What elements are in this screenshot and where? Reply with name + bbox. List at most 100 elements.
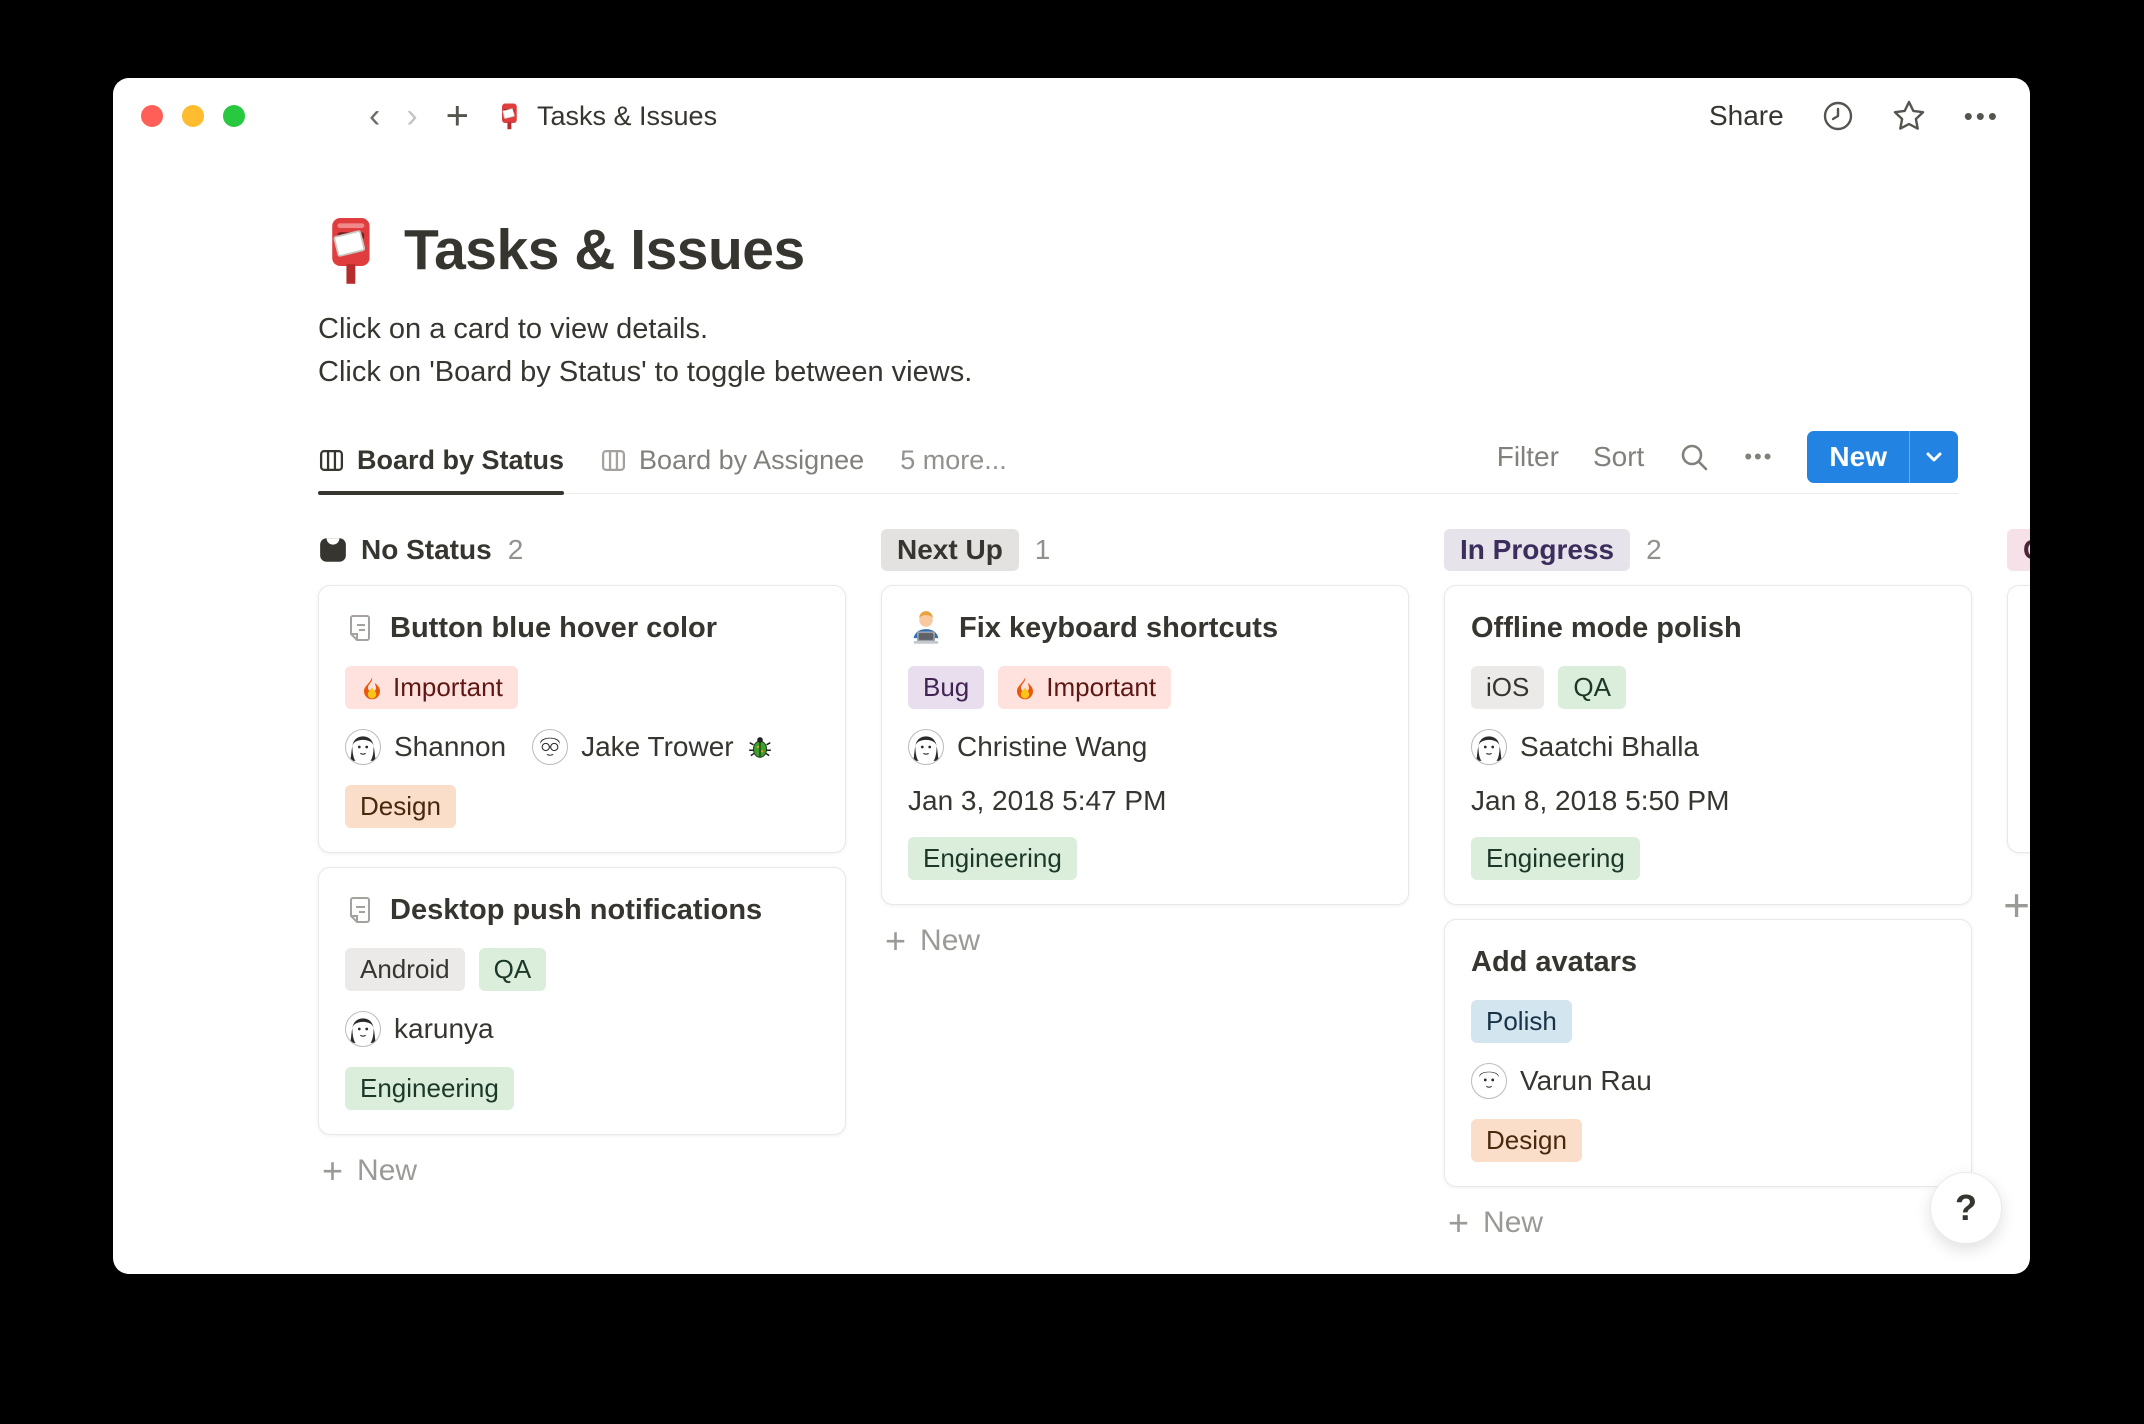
beetle-icon: [747, 734, 773, 760]
card-title: Button blue hover color: [390, 611, 718, 644]
tag-design: Design: [1471, 1119, 1582, 1162]
tag-design: Design: [345, 785, 456, 828]
tag-label: Design: [360, 791, 441, 821]
new-card-button[interactable]: + New: [881, 923, 1409, 959]
assignee: Christine Wang: [908, 729, 1147, 765]
board-icon: [318, 447, 345, 474]
assignee: Jake Trower: [532, 729, 773, 765]
tab-more-views[interactable]: 5 more...: [900, 432, 1007, 493]
avatar: [345, 1011, 381, 1047]
add-group-button[interactable]: +: [2003, 878, 2030, 932]
clock-icon[interactable]: [1822, 100, 1854, 132]
new-page-icon[interactable]: +: [446, 96, 469, 136]
minimize-window-button[interactable]: [182, 105, 204, 127]
close-window-button[interactable]: [141, 105, 163, 127]
tag-label: iOS: [1486, 672, 1530, 702]
card-offline-mode-polish[interactable]: Offline mode polish iOS QA Saatchi Bhall…: [1444, 585, 1972, 905]
sort-button[interactable]: Sort: [1593, 441, 1644, 473]
card-fix-keyboard-shortcuts[interactable]: Fix keyboard shortcuts Bug Important Chr…: [881, 585, 1409, 905]
assignee-name: Jake Trower: [581, 731, 734, 762]
card-button-blue-hover-color[interactable]: Button blue hover color Important Shanno…: [318, 585, 846, 853]
document-icon: [345, 613, 375, 643]
tag-label: Android: [360, 954, 450, 984]
search-icon[interactable]: [1678, 441, 1710, 473]
new-card-label: New: [1483, 1206, 1544, 1239]
column-no-status: No Status 2 Button blue hover color Impo…: [318, 528, 846, 1189]
assignee: Saatchi Bhalla: [1471, 729, 1699, 765]
card-add-avatars[interactable]: Add avatars Polish Varun Rau Design: [1444, 919, 1972, 1187]
kanban-board: No Status 2 Button blue hover color Impo…: [318, 494, 2030, 1241]
page-description-line1: Click on a card to view details.: [318, 313, 709, 345]
assignee-name: Saatchi Bhalla: [1520, 731, 1700, 762]
assignee-name: karunya: [394, 1013, 494, 1044]
tag-label: Engineering: [1486, 843, 1625, 873]
column-in-progress: In Progress 2 Offline mode polish iOS QA: [1444, 528, 1972, 1241]
breadcrumb[interactable]: Tasks & Issues: [537, 101, 717, 132]
share-button[interactable]: Share: [1709, 100, 1784, 132]
page-description-line2: Click on 'Board by Status' to toggle bet…: [318, 356, 973, 388]
column-title[interactable]: No Status: [361, 534, 492, 566]
column-count: 1: [1034, 534, 1051, 565]
column-count: 2: [507, 534, 524, 565]
column-title-badge[interactable]: C: [2007, 529, 2030, 571]
tag-important: Important: [345, 666, 518, 709]
new-button-label[interactable]: New: [1807, 431, 1909, 483]
technologist-icon: [908, 610, 944, 646]
forward-icon[interactable]: ›: [406, 99, 417, 133]
column-title-badge[interactable]: In Progress: [1444, 529, 1631, 571]
tag-label: Bug: [923, 672, 970, 702]
tag-label: Design: [1486, 1125, 1567, 1155]
tag-label: Polish: [1486, 1006, 1557, 1036]
app-window: ‹ › + Tasks & Issues Share ••• Tasks & I…: [113, 78, 2030, 1274]
board-icon: [600, 447, 627, 474]
avatar: [1471, 729, 1507, 765]
tag-label: QA: [1573, 672, 1611, 702]
view-options-icon[interactable]: •••: [1744, 444, 1773, 470]
card-date: Jan 8, 2018 5:50 PM: [1471, 785, 1730, 816]
zoom-window-button[interactable]: [223, 105, 245, 127]
tag-bug: Bug: [908, 666, 985, 709]
views-bar: Board by Status Board by Assignee 5 more…: [318, 431, 1958, 495]
sidebar-menu-icon[interactable]: [303, 103, 333, 129]
tag-qa: QA: [478, 948, 547, 991]
assignee-name: Shannon: [394, 731, 507, 762]
plus-icon: +: [1448, 1202, 1470, 1243]
plus-icon: +: [322, 1150, 344, 1191]
chevron-down-icon[interactable]: [1910, 431, 1958, 483]
column-title-badge[interactable]: Next Up: [881, 529, 1019, 571]
new-button[interactable]: New: [1807, 431, 1958, 483]
help-button[interactable]: ?: [1930, 1172, 2002, 1244]
column-count: 2: [1646, 534, 1662, 565]
filter-button[interactable]: Filter: [1497, 441, 1559, 473]
inbox-icon: [318, 535, 348, 565]
new-card-button[interactable]: + New: [318, 1153, 846, 1189]
tag-label: QA: [493, 954, 532, 984]
tag-label: Engineering: [360, 1073, 499, 1103]
postbox-icon: [495, 102, 523, 130]
card-clipped[interactable]: R P E: [2007, 585, 2030, 853]
page-title: Tasks & Issues: [404, 218, 805, 282]
toolbar: ‹ › + Tasks & Issues Share •••: [113, 78, 2030, 154]
tag-label: Important: [393, 672, 503, 702]
tab-board-by-assignee[interactable]: Board by Assignee: [600, 432, 864, 493]
tab-board-by-status[interactable]: Board by Status: [318, 432, 565, 495]
avatar: [1471, 1063, 1507, 1099]
avatar: [532, 729, 569, 765]
assignee: Varun Rau: [1471, 1063, 1652, 1099]
tag-android: Android: [345, 948, 465, 991]
more-options-icon[interactable]: •••: [1964, 101, 2000, 132]
tag-important: Important: [998, 666, 1172, 709]
star-icon[interactable]: [1892, 99, 1926, 133]
avatar: [345, 729, 381, 765]
tag-label: Important: [1046, 672, 1157, 702]
new-card-button[interactable]: + New: [1444, 1205, 1972, 1241]
column-clipped: C R P: [2007, 528, 2030, 853]
card-date: Jan 3, 2018 5:47 PM: [908, 785, 1167, 816]
assignee: Shannon: [345, 729, 506, 765]
back-icon[interactable]: ‹: [369, 99, 380, 133]
card-title: Offline mode polish: [1471, 611, 1742, 644]
card-title: Add avatars: [1471, 945, 1638, 978]
card-desktop-push-notifications[interactable]: Desktop push notifications Android QA ka…: [318, 867, 846, 1135]
document-icon: [345, 895, 375, 925]
tag-label: Engineering: [923, 843, 1062, 873]
